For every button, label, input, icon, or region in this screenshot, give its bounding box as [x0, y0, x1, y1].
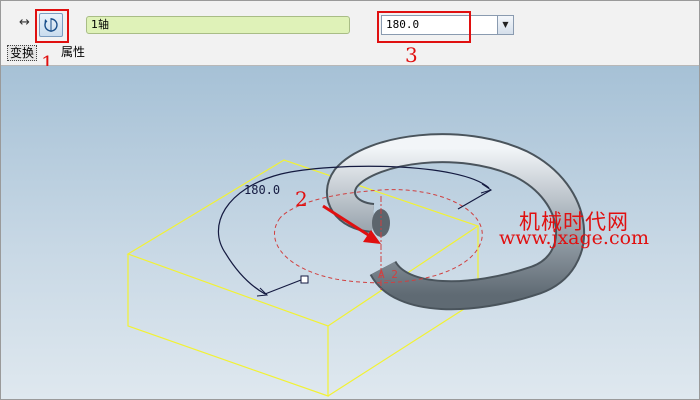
tab-transform[interactable]: 变换	[7, 45, 38, 61]
callout-box-1	[35, 9, 69, 43]
axis-label: A_2	[378, 268, 398, 281]
dashboard-toolbar: ↔ 1轴 180.0 ▼ 变换 属性 1 3	[1, 1, 699, 75]
move-icon[interactable]: ↔	[19, 15, 30, 30]
callout-number-3: 3	[405, 43, 418, 67]
tab-properties[interactable]: 属性	[61, 45, 85, 59]
watermark-url: www.jxage.com	[499, 227, 650, 249]
graphics-viewport[interactable]: A_2 180.0 2 机械时代网 www.jxage.com	[1, 66, 699, 399]
callout-number-2: 2	[295, 187, 308, 211]
callout-box-3	[377, 11, 471, 43]
angle-dimension-label[interactable]: 180.0	[244, 183, 280, 197]
drag-handle[interactable]	[300, 275, 309, 284]
angle-dropdown-button[interactable]: ▼	[497, 16, 513, 34]
axis-reference-field[interactable]: 1轴	[86, 16, 350, 34]
